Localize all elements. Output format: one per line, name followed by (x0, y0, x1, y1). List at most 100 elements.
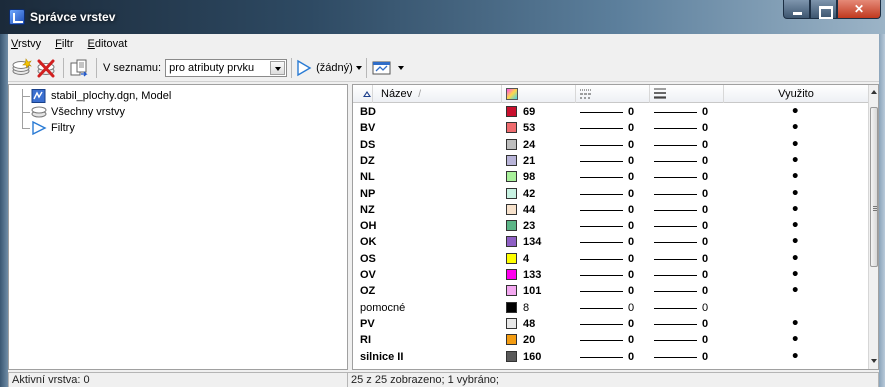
table-row[interactable]: RI 20 0 0 • (353, 332, 869, 348)
column-header-style[interactable] (576, 85, 650, 103)
table-row[interactable]: NP 42 0 0 • (353, 186, 869, 202)
filter-dropdown-button[interactable] (296, 57, 312, 79)
toolbar-separator (291, 57, 293, 78)
used-indicator-icon: • (791, 169, 800, 186)
scrollbar-thumb[interactable] (870, 107, 878, 267)
tree-item-label: Všechny vrstvy (51, 106, 125, 118)
scroll-up-icon[interactable] (871, 90, 877, 94)
line-style-sample (580, 340, 623, 342)
used-indicator-icon: • (791, 136, 800, 153)
line-weight-sample (654, 112, 697, 113)
layer-name: OH (360, 220, 377, 233)
table-row[interactable]: BV 53 0 0 • (353, 120, 869, 136)
menu-vrstvy[interactable]: Vrstvy (11, 36, 41, 53)
line-weight-sample (654, 291, 697, 293)
line-weight-sample (654, 307, 697, 309)
column-header-used[interactable]: Využito (724, 85, 869, 103)
tree-item-model[interactable]: stabil_plochy.dgn, Model (31, 88, 171, 104)
table-row[interactable]: OH 23 0 0 • (353, 218, 869, 234)
menu-editovat[interactable]: Editovat (88, 36, 128, 53)
layer-properties-button[interactable] (68, 57, 90, 79)
layer-style: 0 (628, 252, 635, 265)
layer-color-index: 101 (523, 285, 542, 298)
display-dropdown-icon[interactable] (397, 65, 404, 70)
layer-color-index: 20 (523, 334, 536, 347)
close-button[interactable]: ✕ (837, 0, 881, 19)
filter-value[interactable]: (žádný) (316, 62, 353, 74)
line-weight-sample (654, 323, 697, 325)
line-weight-sample (654, 275, 697, 276)
line-weight-sample (654, 226, 697, 228)
layer-weight: 0 (702, 269, 709, 281)
column-header-used-label: Využito (778, 88, 814, 100)
tree-item-label: stabil_plochy.dgn, Model (51, 90, 172, 102)
line-weight-sample (654, 340, 697, 342)
layer-style: 0 (628, 285, 635, 298)
delete-layer-button[interactable] (35, 57, 57, 79)
layer-name: BV (360, 122, 376, 135)
column-header-weight[interactable] (650, 85, 724, 103)
chevron-down-icon[interactable] (270, 60, 286, 75)
table-row[interactable]: DZ 21 0 0 • (353, 153, 869, 169)
tree-item-all-layers[interactable]: Všechny vrstvy (31, 104, 125, 120)
filter-dropdown-icon[interactable] (355, 65, 362, 70)
line-weight-sample (654, 242, 697, 244)
title-bar[interactable]: Správce vrstev ✕ (0, 0, 885, 34)
color-swatch (506, 203, 517, 215)
table-row[interactable]: NZ 44 0 0 • (353, 202, 869, 218)
column-header-name[interactable]: Název / (373, 85, 502, 103)
list-select-value: pro atributy prvku (169, 61, 255, 74)
table-row[interactable]: silnice II 160 0 0 • (353, 349, 869, 365)
column-header-color[interactable] (502, 85, 576, 103)
table-row[interactable]: PV 48 0 0 • (353, 316, 869, 332)
minimize-button[interactable] (783, 0, 810, 19)
display-button[interactable] (371, 57, 393, 79)
vertical-scrollbar[interactable] (868, 85, 878, 369)
sort-column-header[interactable] (353, 85, 373, 103)
layer-color-index: 160 (523, 350, 542, 363)
used-indicator-icon: • (791, 283, 800, 300)
table-row[interactable]: OV 133 0 0 • (353, 267, 869, 283)
table-row[interactable]: OZ 101 0 0 • (353, 283, 869, 299)
list-select[interactable]: pro atributy prvku (165, 58, 288, 77)
layer-name: OK (360, 236, 377, 249)
color-swatch (506, 138, 517, 150)
line-style-sample (580, 177, 623, 179)
color-swatch (506, 317, 517, 329)
layer-weight: 0 (702, 138, 709, 151)
used-indicator-icon: • (791, 348, 800, 365)
layer-weight: 0 (702, 203, 709, 216)
layer-weight: 0 (702, 220, 709, 233)
tree-connector (22, 128, 30, 129)
line-style-sample (580, 242, 623, 244)
layer-tree-panel: stabil_plochy.dgn, Model Všechny vrstvy … (8, 84, 348, 370)
used-indicator-icon: • (791, 152, 800, 169)
layer-properties-icon (70, 59, 88, 76)
table-row[interactable]: DS 24 0 0 • (353, 137, 869, 153)
close-icon: ✕ (853, 2, 865, 16)
table-row[interactable]: OS 4 0 0 • (353, 251, 869, 267)
table-row[interactable]: pomocné 8 0 0 (353, 300, 869, 316)
maximize-button[interactable] (810, 0, 837, 19)
layer-color-index: 23 (523, 220, 536, 233)
used-indicator-icon: • (791, 332, 800, 349)
layer-style: 0 (628, 187, 635, 200)
sort-ascending-icon (363, 91, 371, 97)
scroll-down-icon[interactable] (871, 359, 877, 363)
tree-item-filters[interactable]: Filtry (31, 120, 75, 136)
layer-style: 0 (628, 171, 635, 184)
layer-weight: 0 (702, 350, 709, 363)
sort-indicator-icon: / (418, 89, 422, 100)
table-row[interactable]: NL 98 0 0 • (353, 169, 869, 185)
layer-color-index: 48 (523, 317, 536, 330)
layer-weight: 0 (702, 171, 709, 184)
menu-filtr[interactable]: Filtr (55, 36, 73, 53)
dgn-model-icon (31, 89, 46, 103)
status-summary: 25 z 25 zobrazeno; 1 vybráno; (347, 372, 879, 387)
table-row[interactable]: BD 69 0 0 • (353, 104, 869, 120)
window-frame-left (0, 34, 8, 387)
table-row[interactable]: OK 134 0 0 • (353, 234, 869, 250)
new-layer-button[interactable] (11, 57, 33, 79)
window-frame-right (879, 34, 885, 387)
layer-style: 0 (628, 350, 635, 363)
